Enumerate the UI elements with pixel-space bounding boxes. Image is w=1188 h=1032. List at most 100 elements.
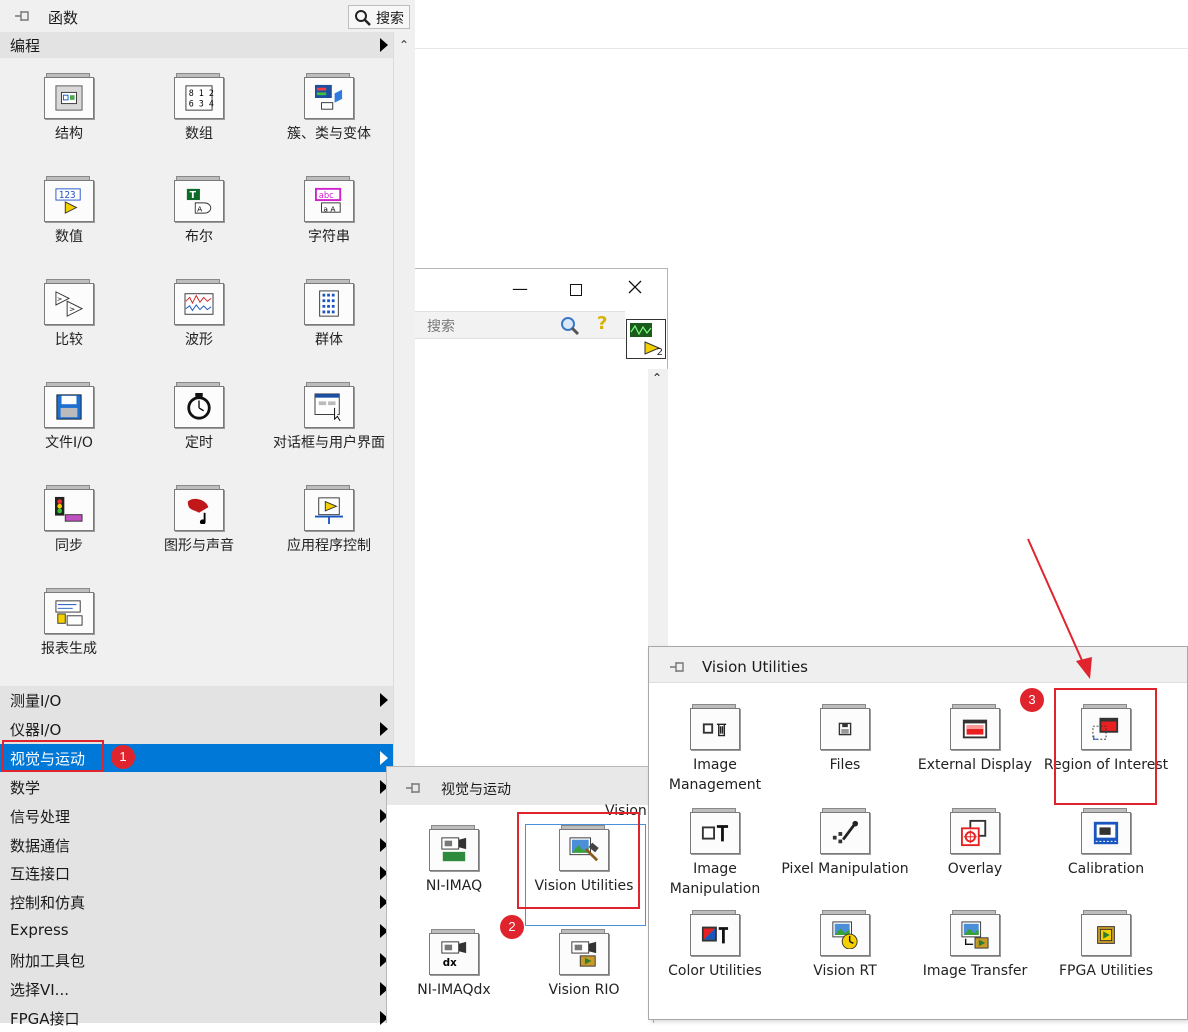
synchronization-tile[interactable]: 同步	[4, 485, 134, 556]
tile-label: 比较	[55, 332, 83, 348]
graphics-sound-tile[interactable]: 图形与声音	[134, 485, 264, 556]
folder-icon: abc a A	[304, 176, 354, 222]
structure-icon	[55, 85, 83, 111]
tile-label: Files	[829, 757, 861, 773]
folder-icon	[304, 382, 354, 428]
report-generation-tile[interactable]: 报表生成	[4, 588, 134, 659]
pin-icon[interactable]	[669, 659, 687, 675]
category-item[interactable]: 附加工具包	[0, 946, 393, 974]
svg-text:123: 123	[59, 190, 76, 201]
timing-tile[interactable]: 定时	[134, 382, 264, 453]
category-label: 控制和仿真	[10, 894, 86, 913]
tile-label: 报表生成	[41, 641, 97, 657]
string-tile[interactable]: abc a A 字符串	[264, 176, 394, 247]
external-display-tile[interactable]: External Display	[909, 704, 1041, 775]
category-item[interactable]: 信号处理	[0, 802, 393, 830]
image-transfer-tile[interactable]: Image Transfer	[909, 910, 1041, 981]
calibration-tile[interactable]: Calibration	[1040, 808, 1172, 879]
dialog-ui-tile[interactable]: 对话框与用户界面	[264, 382, 394, 453]
array-tile[interactable]: 8 1 26 3 4 数组	[134, 73, 264, 144]
close-icon[interactable]	[628, 279, 642, 298]
tile-label: 对话框与用户界面	[273, 435, 385, 451]
numeric-icon: 123	[55, 188, 81, 214]
category-label: FPGA接口	[10, 1009, 80, 1028]
group-icon	[319, 290, 339, 317]
color-utilities-tile[interactable]: Color Utilities	[649, 910, 781, 981]
vision-rio-tile[interactable]: Vision RIO	[519, 929, 649, 1000]
boolean-tile[interactable]: T A 布尔	[134, 176, 264, 247]
cluster-class-variant-tile[interactable]: 簇、类与变体	[264, 73, 394, 144]
scroll-up-icon[interactable]: ⌃	[399, 38, 409, 52]
waveform-icon	[184, 293, 214, 315]
help-icon[interactable]: ?	[597, 313, 607, 334]
ni-imaqdx-tile[interactable]: dx NI-IMAQdx	[389, 929, 519, 1000]
category-item[interactable]: 控制和仿真	[0, 888, 393, 916]
chevron-right-icon	[380, 38, 388, 52]
tile-label: 结构	[55, 126, 83, 142]
category-item[interactable]: 选择VI...	[0, 975, 393, 1003]
application-control-tile[interactable]: 应用程序控制	[264, 485, 394, 556]
scroll-up-icon[interactable]: ⌃	[652, 371, 662, 385]
vision-rt-tile[interactable]: Vision RT	[779, 910, 911, 981]
pin-icon[interactable]	[14, 8, 32, 24]
folder-icon	[820, 808, 870, 854]
files-tile[interactable]: Files	[779, 704, 911, 775]
category-label: 仪器I/O	[10, 720, 62, 739]
overlay-tile[interactable]: Overlay	[909, 808, 1041, 879]
highlight-box-step1	[2, 740, 104, 772]
image-transfer-icon	[961, 921, 989, 949]
search-button[interactable]: 搜索	[348, 5, 410, 29]
image-management-tile[interactable]: Image Management	[649, 704, 781, 795]
category-item[interactable]: 仪器I/O	[0, 715, 393, 743]
category-label: 互连接口	[10, 865, 71, 884]
functions-palette: 函数 搜索 编程 ⌃ 结构 8 1 26 3 4 数组 簇、类与变体 123 数值 T A 布尔…	[0, 0, 415, 1028]
ni-imaq-tile[interactable]: NI-IMAQ	[389, 825, 519, 896]
tile-label: External Display	[917, 757, 1033, 773]
fpga-utilities-icon	[1097, 926, 1115, 944]
string-icon: abc a A	[315, 187, 342, 213]
vision-rt-icon	[832, 921, 858, 949]
tile-label: Image Management	[668, 757, 762, 793]
group-tile[interactable]: 群体	[264, 279, 394, 350]
category-item[interactable]: 数据通信	[0, 831, 393, 859]
step-badge-1: 1	[111, 745, 135, 769]
maximize-icon[interactable]	[570, 281, 582, 300]
category-item[interactable]: 数学	[0, 773, 393, 801]
array-icon: 8 1 26 3 4	[185, 85, 214, 111]
category-item[interactable]: Express	[0, 917, 393, 945]
application-control-icon	[315, 497, 343, 524]
structure-tile[interactable]: 结构	[4, 73, 134, 144]
svg-text:8 1 2: 8 1 2	[189, 88, 214, 98]
minimize-icon[interactable]: —	[512, 279, 528, 298]
folder-icon	[44, 382, 94, 428]
tile-label: Color Utilities	[668, 963, 762, 979]
folder-icon: TA	[174, 176, 224, 222]
search-field[interactable]: 搜索	[415, 311, 625, 339]
numeric-tile[interactable]: 123 数值	[4, 176, 134, 247]
subcategory-header[interactable]: 编程	[0, 32, 393, 58]
svg-text:>: >	[69, 304, 75, 313]
vi-icon[interactable]: 2	[626, 319, 666, 359]
files-icon	[838, 722, 852, 736]
category-item[interactable]: 互连接口	[0, 859, 393, 887]
comparison-tile[interactable]: > > 比较	[4, 279, 134, 350]
folder-icon	[1081, 808, 1131, 854]
pixel-manipulation-tile[interactable]: Pixel Manipulation	[779, 808, 911, 879]
file-io-tile[interactable]: 文件I/O	[4, 382, 134, 453]
search-icon[interactable]	[559, 315, 581, 341]
tile-label: 字符串	[308, 229, 350, 245]
image-manipulation-tile[interactable]: Image Manipulation	[649, 808, 781, 899]
folder-icon	[304, 279, 354, 325]
waveform-tile[interactable]: 波形	[134, 279, 264, 350]
image-management-icon	[702, 723, 727, 737]
category-item[interactable]: 测量I/O	[0, 686, 393, 714]
category-label: 测量I/O	[10, 692, 62, 710]
pin-icon[interactable]	[405, 780, 423, 796]
tile-label: 群体	[315, 332, 343, 348]
tile-label: Overlay	[947, 861, 1003, 877]
fpga-utilities-tile[interactable]: FPGA Utilities	[1040, 910, 1172, 981]
vision-motion-palette: 视觉与运动 NI-IMAQ Vision Utilities dx NI-IMAQdx…	[386, 766, 654, 1024]
category-item[interactable]: FPGA接口	[0, 1004, 393, 1032]
folder-icon	[174, 279, 224, 325]
svg-text:dx: dx	[443, 957, 457, 968]
